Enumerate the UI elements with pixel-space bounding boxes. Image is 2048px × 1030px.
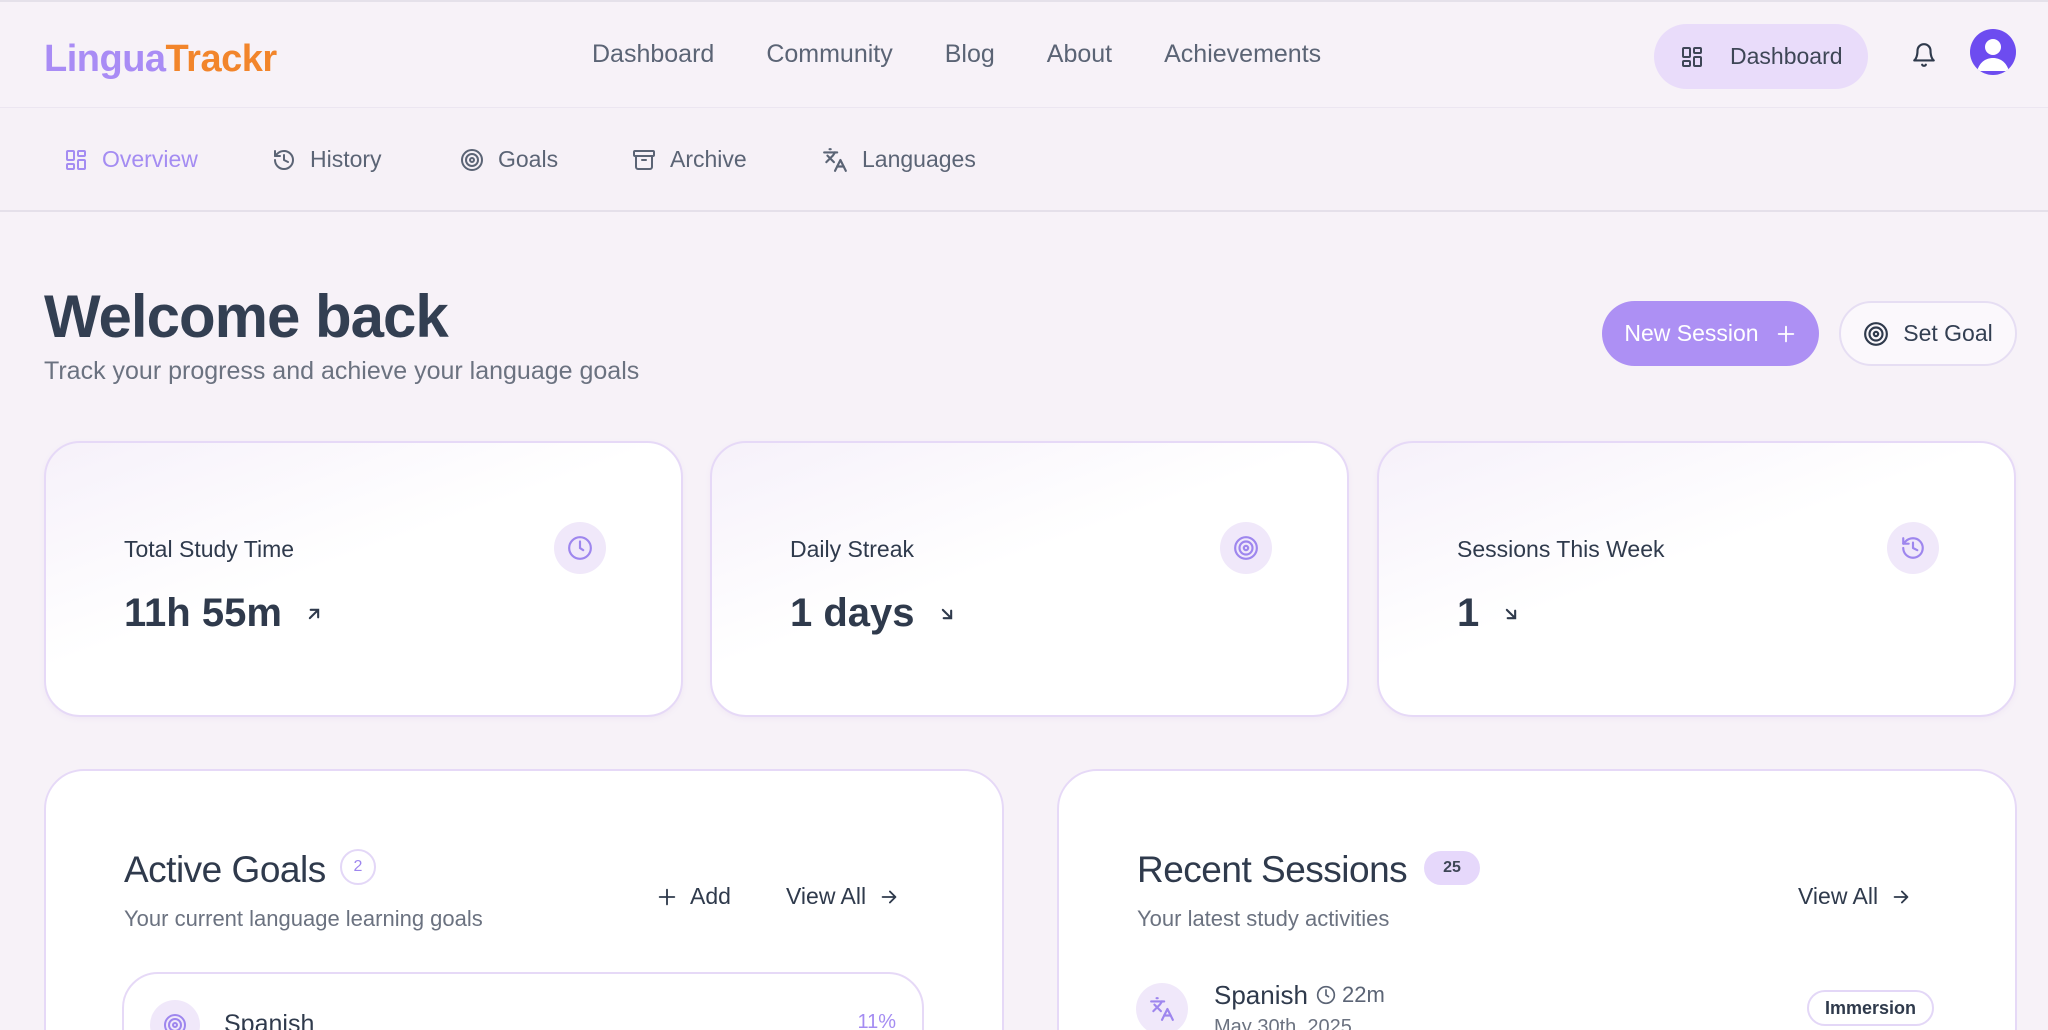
translate-icon bbox=[822, 147, 848, 173]
stat-value: 11h 55m bbox=[124, 591, 282, 635]
plus-icon bbox=[656, 886, 678, 908]
goal-progress: 11% bbox=[857, 1011, 896, 1030]
target-icon bbox=[150, 1000, 200, 1030]
session-duration-value: 22m bbox=[1342, 982, 1385, 1007]
nav-achievements[interactable]: Achievements bbox=[1164, 40, 1321, 69]
arrow-up-right-icon bbox=[304, 604, 324, 624]
target-icon bbox=[1863, 321, 1889, 347]
sessions-view-all-link[interactable]: View All bbox=[1798, 883, 1912, 910]
view-all-label: View All bbox=[786, 883, 867, 909]
target-icon bbox=[460, 148, 484, 172]
clock-icon bbox=[1316, 985, 1336, 1005]
nav-blog[interactable]: Blog bbox=[945, 40, 995, 69]
brand-logo[interactable]: LinguaTrackr bbox=[44, 38, 277, 81]
add-goal-label: Add bbox=[690, 883, 731, 909]
tab-overview-label: Overview bbox=[102, 146, 198, 172]
stat-card-study-time: Total Study Time 11h 55m bbox=[44, 441, 683, 717]
page-subtitle: Track your progress and achieve your lan… bbox=[44, 357, 640, 385]
tab-languages[interactable]: Languages bbox=[822, 146, 976, 173]
translate-icon bbox=[1136, 983, 1188, 1030]
top-bar: LinguaTrackr Dashboard Community Blog Ab… bbox=[0, 0, 2048, 108]
tab-overview[interactable]: Overview bbox=[64, 146, 198, 173]
brand-part-2: Trackr bbox=[165, 38, 278, 80]
view-all-label: View All bbox=[1798, 883, 1879, 909]
main-nav: Dashboard Community Blog About Achieveme… bbox=[592, 40, 1321, 69]
new-session-button[interactable]: New Session bbox=[1602, 301, 1819, 366]
stat-label: Sessions This Week bbox=[1457, 536, 1665, 562]
stat-card-sessions-week: Sessions This Week 1 bbox=[1377, 441, 2016, 717]
tab-goals-label: Goals bbox=[498, 146, 559, 172]
history-icon bbox=[272, 148, 296, 172]
stat-value: 1 bbox=[1457, 591, 1480, 635]
grid-icon bbox=[1680, 45, 1704, 69]
set-goal-button[interactable]: Set Goal bbox=[1839, 301, 2017, 366]
goal-item[interactable]: Spanish 11% bbox=[122, 972, 924, 1030]
session-duration: 22m bbox=[1316, 982, 1385, 1008]
history-icon bbox=[1887, 522, 1939, 574]
tab-history-label: History bbox=[310, 146, 382, 172]
dashboard-button[interactable]: Dashboard bbox=[1654, 24, 1868, 89]
stat-label: Total Study Time bbox=[124, 536, 295, 562]
tab-history[interactable]: History bbox=[272, 146, 382, 173]
new-session-label: New Session bbox=[1624, 320, 1759, 346]
session-date: May 30th, 2025 bbox=[1214, 1016, 1352, 1030]
stat-card-daily-streak: Daily Streak 1 days bbox=[710, 441, 1349, 717]
nav-dashboard[interactable]: Dashboard bbox=[592, 40, 714, 69]
clock-icon bbox=[554, 522, 606, 574]
stat-value-row: 1 bbox=[1457, 591, 1521, 636]
active-goals-title: Active Goals bbox=[124, 849, 326, 890]
active-goals-count-badge: 2 bbox=[340, 849, 376, 885]
arrow-down-right-icon bbox=[937, 604, 957, 624]
user-avatar-icon bbox=[1977, 39, 2009, 71]
active-goals-subtitle: Your current language learning goals bbox=[124, 906, 483, 931]
grid-icon bbox=[64, 148, 88, 172]
dashboard-button-label: Dashboard bbox=[1730, 43, 1843, 69]
plus-icon bbox=[1775, 323, 1797, 345]
tab-archive-label: Archive bbox=[670, 146, 747, 172]
tab-languages-label: Languages bbox=[862, 146, 976, 172]
goals-view-all-link[interactable]: View All bbox=[786, 883, 900, 910]
sub-nav: Overview History Goals Archive Languages bbox=[0, 108, 2048, 212]
set-goal-label: Set Goal bbox=[1903, 320, 1993, 346]
user-avatar[interactable] bbox=[1970, 29, 2016, 75]
session-language[interactable]: Spanish bbox=[1214, 980, 1308, 1011]
arrow-down-right-icon bbox=[1501, 604, 1521, 624]
session-type-badge: Immersion bbox=[1807, 990, 1935, 1026]
brand-part-1: Lingua bbox=[44, 38, 166, 80]
recent-sessions-subtitle: Your latest study activities bbox=[1137, 906, 1390, 931]
goal-language: Spanish bbox=[224, 1010, 315, 1030]
nav-about[interactable]: About bbox=[1047, 40, 1112, 69]
nav-community[interactable]: Community bbox=[766, 40, 892, 69]
tab-goals[interactable]: Goals bbox=[460, 146, 558, 173]
stat-label: Daily Streak bbox=[790, 536, 914, 562]
arrow-right-icon bbox=[1890, 886, 1912, 908]
add-goal-button[interactable]: Add bbox=[656, 883, 731, 910]
recent-sessions-title: Recent Sessions bbox=[1137, 849, 1408, 890]
tab-archive[interactable]: Archive bbox=[632, 146, 747, 173]
stat-value: 1 days bbox=[790, 591, 915, 635]
target-icon bbox=[1220, 522, 1272, 574]
archive-icon bbox=[632, 148, 656, 172]
recent-sessions-count-badge: 25 bbox=[1424, 851, 1480, 885]
bell-icon[interactable] bbox=[1911, 42, 1937, 68]
arrow-right-icon bbox=[878, 886, 900, 908]
page-title: Welcome back bbox=[44, 283, 449, 350]
stat-value-row: 11h 55m bbox=[124, 591, 324, 636]
stat-value-row: 1 days bbox=[790, 591, 957, 636]
